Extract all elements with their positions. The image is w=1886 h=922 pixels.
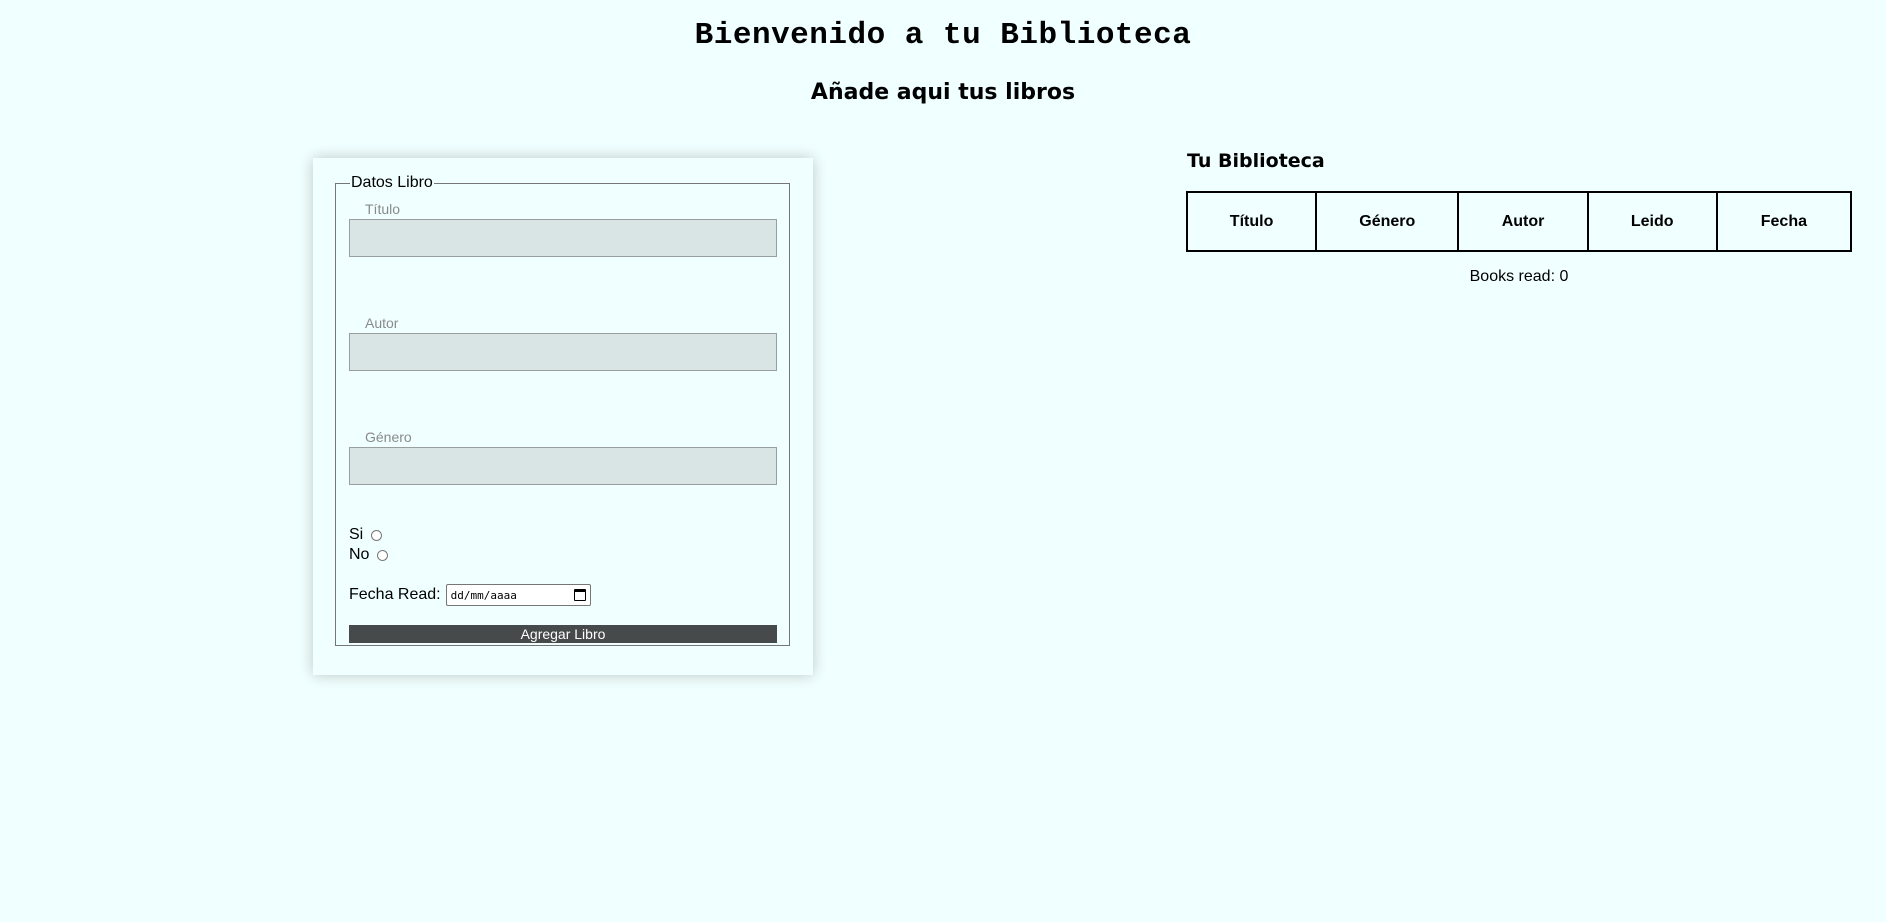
column-header-genre: Género [1315,191,1460,252]
author-input[interactable] [349,333,777,371]
page-title: Bienvenido a tu Biblioteca [694,18,1192,53]
author-field-label: Autor [365,315,399,331]
column-header-date: Fecha [1715,191,1853,252]
genre-field-label: Género [365,429,412,445]
read-date-row: Fecha Read: dd/mm/aaaa [349,584,591,606]
read-date-placeholder: dd/mm/aaaa [450,588,517,602]
read-date-input[interactable]: dd/mm/aaaa [445,584,591,606]
page-subtitle: Añade aqui tus libros [810,80,1076,105]
library-title: Tu Biblioteca [1187,150,1325,172]
library-table: Título Género Autor Leido Fecha [1185,191,1853,252]
column-header-read: Leido [1586,191,1718,252]
add-book-button[interactable]: Agregar Libro [349,625,777,643]
read-yes-label: Si [349,526,364,543]
read-yes-option[interactable]: Si [349,526,383,544]
read-no-option[interactable]: No [349,546,389,564]
column-header-author: Autor [1457,191,1589,252]
read-date-label: Fecha Read: [349,586,441,603]
column-header-title: Título [1185,191,1318,252]
read-no-label: No [349,546,370,563]
library-table-header-row: Título Género Autor Leido Fecha [1185,191,1853,252]
read-yes-radio[interactable] [371,529,383,541]
genre-input[interactable] [349,447,777,485]
title-field-label: Título [365,201,401,217]
title-input[interactable] [349,219,777,257]
books-read-count: Books read: 0 [1469,268,1569,285]
read-no-radio[interactable] [377,549,389,561]
form-legend: Datos Libro [351,174,433,191]
calendar-icon[interactable] [573,589,586,601]
